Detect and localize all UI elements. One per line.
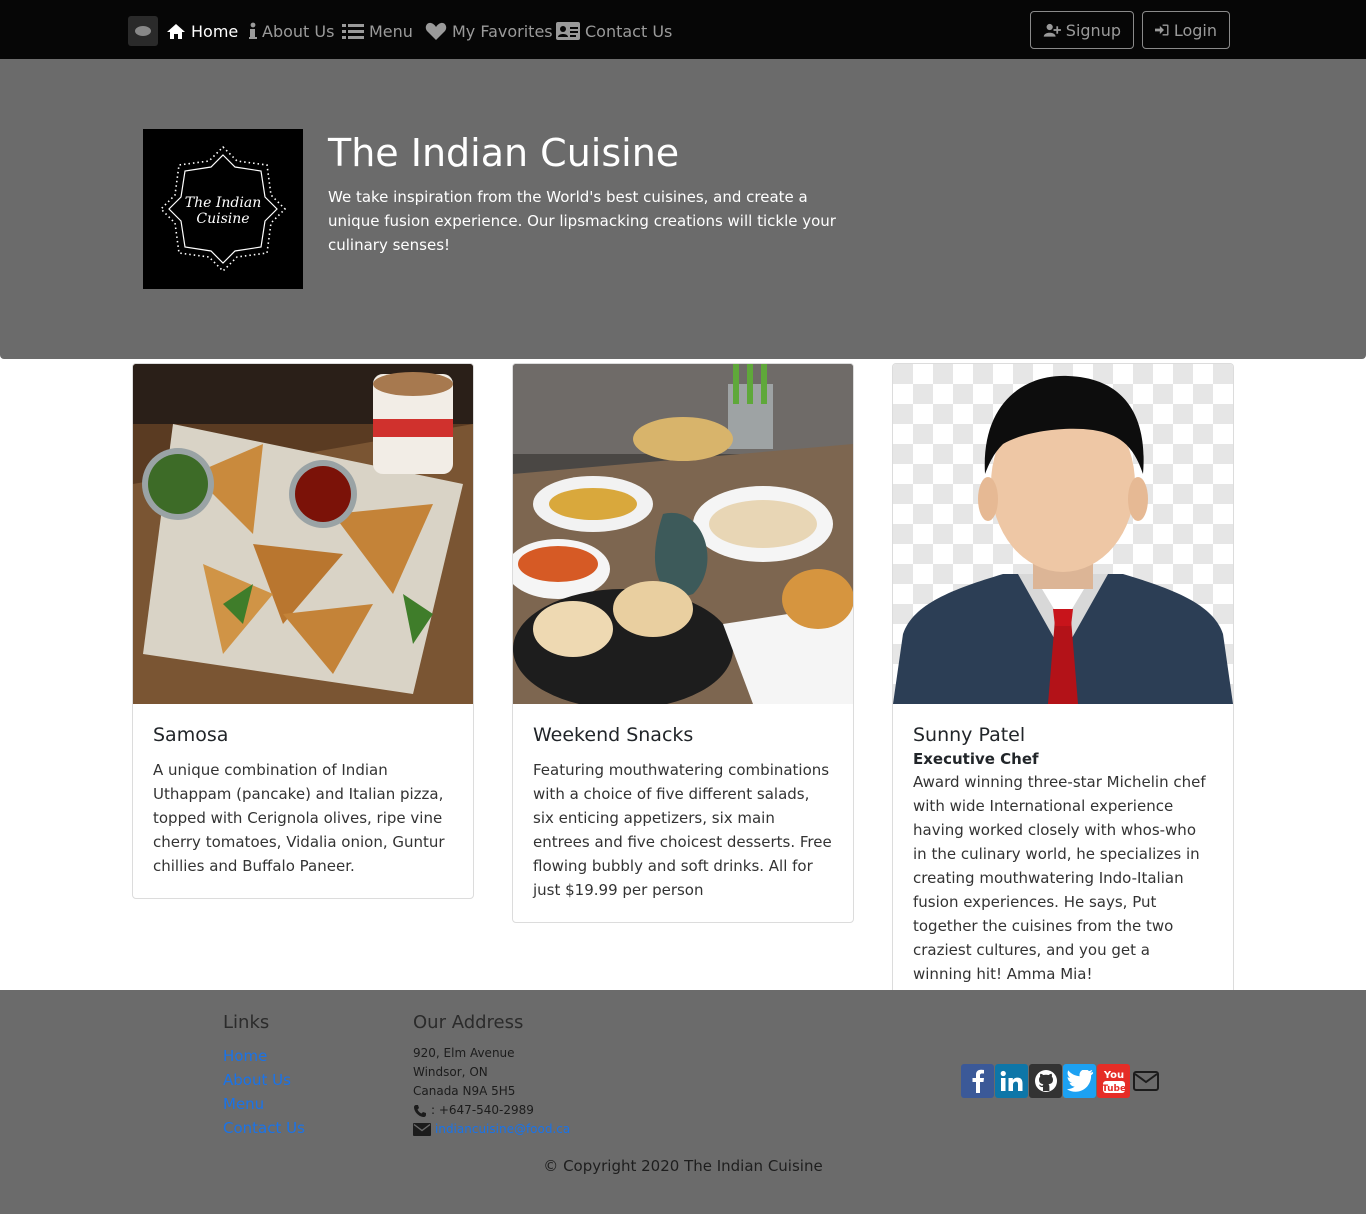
github-icon[interactable] [1029,1064,1062,1098]
login-label: Login [1173,20,1217,40]
page-title: The Indian Cuisine [328,131,680,175]
list-icon [342,23,364,39]
nav-menu[interactable]: Menu [342,18,413,44]
hero-jumbotron: The Indian Cuisine The Indian Cuisine We… [0,59,1366,359]
card-samosa: Samosa A unique combination of Indian Ut… [132,363,474,899]
svg-text:You: You [1102,1070,1123,1081]
facebook-icon[interactable] [961,1064,994,1098]
signup-label: Signup [1065,20,1121,40]
card-title: Samosa [153,724,229,746]
user-plus-icon [1043,23,1061,37]
nav-favorites-label: My Favorites [452,21,553,41]
card-chef: Sunny Patel Executive Chef Award winning… [892,363,1234,1007]
snacks-image [513,364,853,704]
links-heading: Links [223,1012,270,1033]
info-icon [249,22,257,39]
signup-button[interactable]: Signup [1030,11,1134,49]
nav-about[interactable]: About Us [249,18,334,44]
nav-home[interactable]: Home [166,18,238,44]
address-line: Canada N9A 5H5 [413,1084,516,1098]
copyright: © Copyright 2020 The Indian Cuisine [543,1157,823,1175]
card-title: Sunny Patel [913,724,1026,746]
address-heading: Our Address [413,1012,524,1033]
phone-icon [414,1104,426,1117]
hero-description: We take inspiration from the World's bes… [328,188,836,254]
navbar: Home About Us Menu My Favorites Contact … [0,0,1366,59]
nav-menu-label: Menu [369,21,413,41]
nav-contact-label: Contact Us [585,21,673,41]
heart-icon [425,22,447,40]
card-text: A unique combination of Indian Uthappam … [153,761,445,875]
card-title: Weekend Snacks [533,724,694,746]
nav-contact[interactable]: Contact Us [556,18,672,44]
footer-link-about[interactable]: About Us [223,1068,305,1092]
envelope-icon [413,1123,431,1136]
address-line: Windsor, ON [413,1065,488,1079]
envelope-icon[interactable] [1131,1064,1161,1098]
footer-link-contact[interactable]: Contact Us [223,1116,305,1140]
card-text: Featuring mouthwatering combinations wit… [533,761,832,899]
footer-link-home[interactable]: Home [223,1044,305,1068]
email-row: indiancuisine@food.ca [413,1120,570,1139]
address-block: 920, Elm Avenue Windsor, ON Canada N9A 5… [413,1044,570,1139]
youtube-icon[interactable]: You Tube [1097,1064,1130,1098]
footer-link-menu[interactable]: Menu [223,1092,305,1116]
chef-avatar-image [893,364,1233,704]
address-card-icon [556,22,580,40]
email-link[interactable]: indiancuisine@food.ca [435,1120,570,1139]
home-icon [167,23,185,39]
card-weekend-snacks: Weekend Snacks Featuring mouthwatering c… [512,363,854,923]
svg-text:Cuisine: Cuisine [196,211,249,227]
card-subtitle: Executive Chef [913,750,1039,768]
footer: Links Home About Us Menu Contact Us Our … [0,990,1366,1214]
card-text: Award winning three-star Michelin chef w… [913,773,1206,983]
phone-number: : +647-540-2989 [431,1103,534,1117]
address-line: 920, Elm Avenue [413,1046,515,1060]
brand-logo[interactable] [128,16,158,46]
nav-favorites[interactable]: My Favorites [425,18,553,44]
nav-home-label: Home [191,21,239,41]
phone-row: : +647-540-2989 [413,1101,570,1120]
social-buttons: You Tube [961,1064,1162,1098]
sign-in-icon [1155,24,1169,36]
linkedin-icon[interactable] [995,1064,1028,1098]
svg-text:The Indian: The Indian [185,195,261,211]
login-button[interactable]: Login [1142,11,1230,49]
samosa-image [133,364,473,704]
restaurant-logo: The Indian Cuisine [143,129,303,289]
svg-text:Tube: Tube [1101,1084,1125,1094]
footer-links: Home About Us Menu Contact Us [223,1044,305,1140]
twitter-icon[interactable] [1063,1064,1096,1098]
nav-about-label: About Us [262,21,335,41]
